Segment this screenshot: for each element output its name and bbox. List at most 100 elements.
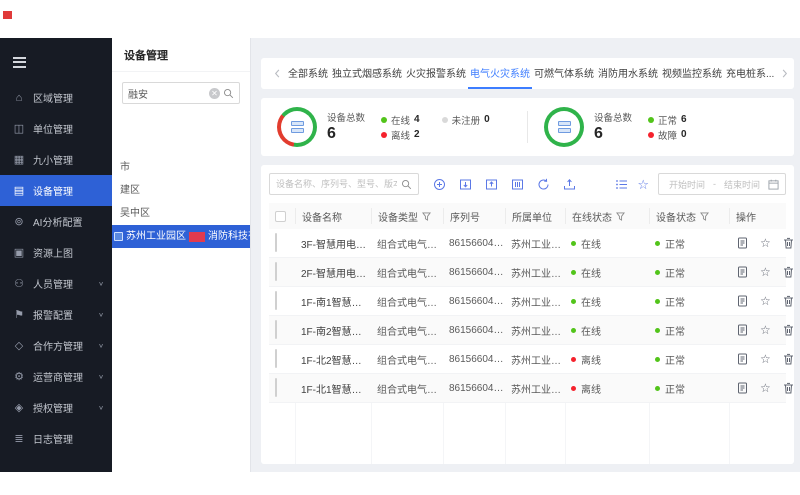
tabs-scroll-left-icon[interactable] bbox=[269, 68, 286, 79]
delete-icon[interactable] bbox=[783, 324, 794, 336]
date-range-picker[interactable]: 开始时间 - 结束时间 bbox=[658, 173, 786, 195]
license-icon: ◈ bbox=[13, 401, 25, 414]
filter-funnel-icon[interactable] bbox=[422, 212, 431, 221]
system-tab[interactable]: 电气火灾系统 bbox=[468, 58, 532, 89]
row-checkbox[interactable] bbox=[275, 262, 277, 281]
column-guide bbox=[269, 403, 295, 464]
filter-funnel-icon[interactable] bbox=[700, 212, 709, 221]
status-dot bbox=[442, 117, 448, 123]
sidebar-item-label: 单位管理 bbox=[33, 121, 73, 136]
calendar-icon[interactable] bbox=[768, 179, 779, 190]
tabs-scroll-right-icon[interactable] bbox=[776, 68, 793, 79]
favorite-icon[interactable]: ☆ bbox=[760, 266, 771, 279]
row-checkbox[interactable] bbox=[275, 378, 277, 397]
system-tab[interactable]: 可燃气体系统 bbox=[532, 58, 596, 89]
favorite-icon[interactable]: ☆ bbox=[760, 382, 771, 395]
column-header: 设备名称 bbox=[295, 208, 371, 224]
system-tab[interactable]: 火灾报警系统 bbox=[404, 58, 468, 89]
system-tab[interactable]: 全部系统 bbox=[286, 58, 330, 89]
status-label: 正常 bbox=[665, 236, 685, 251]
detail-icon[interactable] bbox=[737, 382, 748, 394]
delete-icon[interactable] bbox=[783, 237, 794, 249]
detail-icon[interactable] bbox=[737, 266, 748, 278]
row-checkbox[interactable] bbox=[275, 291, 277, 310]
system-tab[interactable]: 视频监控系统 bbox=[660, 58, 724, 89]
sidebar-item[interactable]: ≣日志管理 bbox=[0, 423, 112, 454]
detail-icon[interactable] bbox=[737, 237, 748, 249]
region-tree: 市建区吴中区苏州工业园区消防科技有限公 bbox=[112, 156, 250, 248]
hamburger-icon[interactable] bbox=[13, 54, 112, 70]
sync-icon[interactable] bbox=[537, 178, 550, 191]
serial-cell: 861566045808... bbox=[443, 296, 505, 307]
favorite-icon[interactable]: ☆ bbox=[760, 295, 771, 308]
sidebar-item[interactable]: ▤设备管理 bbox=[0, 175, 112, 206]
device-icon bbox=[558, 121, 571, 133]
upgrade-icon[interactable] bbox=[563, 178, 576, 191]
sidebar-item[interactable]: ▦九小管理 bbox=[0, 144, 112, 175]
table-row: 1F-北2智慧用电设备组合式电气火灾探...861566045808...苏州工… bbox=[269, 345, 786, 374]
filter-funnel-icon[interactable] bbox=[616, 212, 625, 221]
sidebar-item-label: 九小管理 bbox=[33, 152, 73, 167]
detail-icon[interactable] bbox=[737, 353, 748, 365]
favorite-icon[interactable]: ☆ bbox=[760, 353, 771, 366]
system-tab[interactable]: 独立式烟感系统 bbox=[330, 58, 404, 89]
export-icon[interactable] bbox=[485, 178, 498, 191]
sidebar-item[interactable]: ⚇人员管理∨ bbox=[0, 268, 112, 299]
search-icon[interactable] bbox=[401, 179, 412, 190]
chevron-down-icon: ∨ bbox=[98, 311, 104, 318]
system-tabs: 全部系统独立式烟感系统火灾报警系统电气火灾系统可燃气体系统消防用水系统视频监控系… bbox=[286, 58, 776, 89]
page: ⌂区域管理◫单位管理▦九小管理▤设备管理⊚AI分析配置▣资源上图⚇人员管理∨⚑报… bbox=[0, 0, 800, 495]
row-checkbox[interactable] bbox=[275, 349, 277, 368]
device-search-input[interactable] bbox=[276, 179, 397, 189]
sidebar-item[interactable]: ▣资源上图 bbox=[0, 237, 112, 268]
favorite-icon[interactable]: ☆ bbox=[637, 178, 649, 191]
sidebar-item[interactable]: ⚑报警配置∨ bbox=[0, 299, 112, 330]
row-checkbox[interactable] bbox=[275, 233, 277, 252]
tree-node[interactable]: 苏州工业园区消防科技有限公 bbox=[112, 225, 250, 248]
favorite-icon[interactable]: ☆ bbox=[760, 324, 771, 337]
delete-icon[interactable] bbox=[783, 382, 794, 394]
tree-node[interactable]: 吴中区 bbox=[112, 202, 250, 225]
legend-label: 故障 bbox=[658, 128, 677, 142]
serial-cell: 861566045808... bbox=[443, 354, 505, 365]
delete-icon[interactable] bbox=[783, 353, 794, 365]
status-dot bbox=[381, 132, 387, 138]
status-label: 在线 bbox=[581, 323, 601, 338]
legend-label: 在线 bbox=[391, 113, 410, 127]
partner-icon: ◇ bbox=[13, 339, 25, 352]
tree-node[interactable]: 市 bbox=[112, 156, 250, 179]
import-icon[interactable] bbox=[459, 178, 472, 191]
table-empty-area bbox=[269, 403, 786, 464]
sidebar-item[interactable]: ◇合作方管理∨ bbox=[0, 330, 112, 361]
row-actions: ☆ bbox=[729, 382, 794, 395]
system-tab[interactable]: 充电桩系... bbox=[724, 58, 776, 89]
sidebar-item[interactable]: ⌂区域管理 bbox=[0, 82, 112, 113]
delete-icon[interactable] bbox=[783, 266, 794, 278]
system-tab[interactable]: 消防用水系统 bbox=[596, 58, 660, 89]
clear-icon[interactable]: ✕ bbox=[209, 88, 220, 99]
legend-item: 正常6 bbox=[648, 113, 687, 127]
tree-node[interactable]: 建区 bbox=[112, 179, 250, 202]
sidebar-item[interactable]: ⚙运营商管理∨ bbox=[0, 361, 112, 392]
detail-icon[interactable] bbox=[737, 295, 748, 307]
sidebar-item[interactable]: ⊚AI分析配置 bbox=[0, 206, 112, 237]
sidebar-item-label: 资源上图 bbox=[33, 245, 73, 260]
add-device-icon[interactable] bbox=[433, 178, 446, 191]
status-dot bbox=[655, 270, 660, 275]
search-icon[interactable] bbox=[223, 88, 234, 99]
batch-delete-icon[interactable] bbox=[511, 178, 524, 191]
delete-icon[interactable] bbox=[783, 295, 794, 307]
device-name-cell: 1F-北2智慧用电设备 bbox=[295, 352, 371, 367]
favorite-icon[interactable]: ☆ bbox=[760, 237, 771, 250]
sidebar-item[interactable]: ◫单位管理 bbox=[0, 113, 112, 144]
unit-cell: 苏州工业园区... bbox=[505, 294, 565, 309]
column-guide bbox=[295, 403, 371, 464]
select-all-checkbox-cell bbox=[269, 208, 295, 224]
detail-icon[interactable] bbox=[737, 324, 748, 336]
list-view-icon[interactable] bbox=[615, 178, 628, 191]
region-tree-panel: 设备管理 ✕ 市建区吴中区苏州工业园区消防科技有限公 bbox=[112, 38, 251, 472]
sidebar-item[interactable]: ◈授权管理∨ bbox=[0, 392, 112, 423]
select-all-checkbox[interactable] bbox=[275, 211, 286, 222]
row-checkbox[interactable] bbox=[275, 320, 277, 339]
tree-search-input[interactable] bbox=[128, 88, 206, 99]
